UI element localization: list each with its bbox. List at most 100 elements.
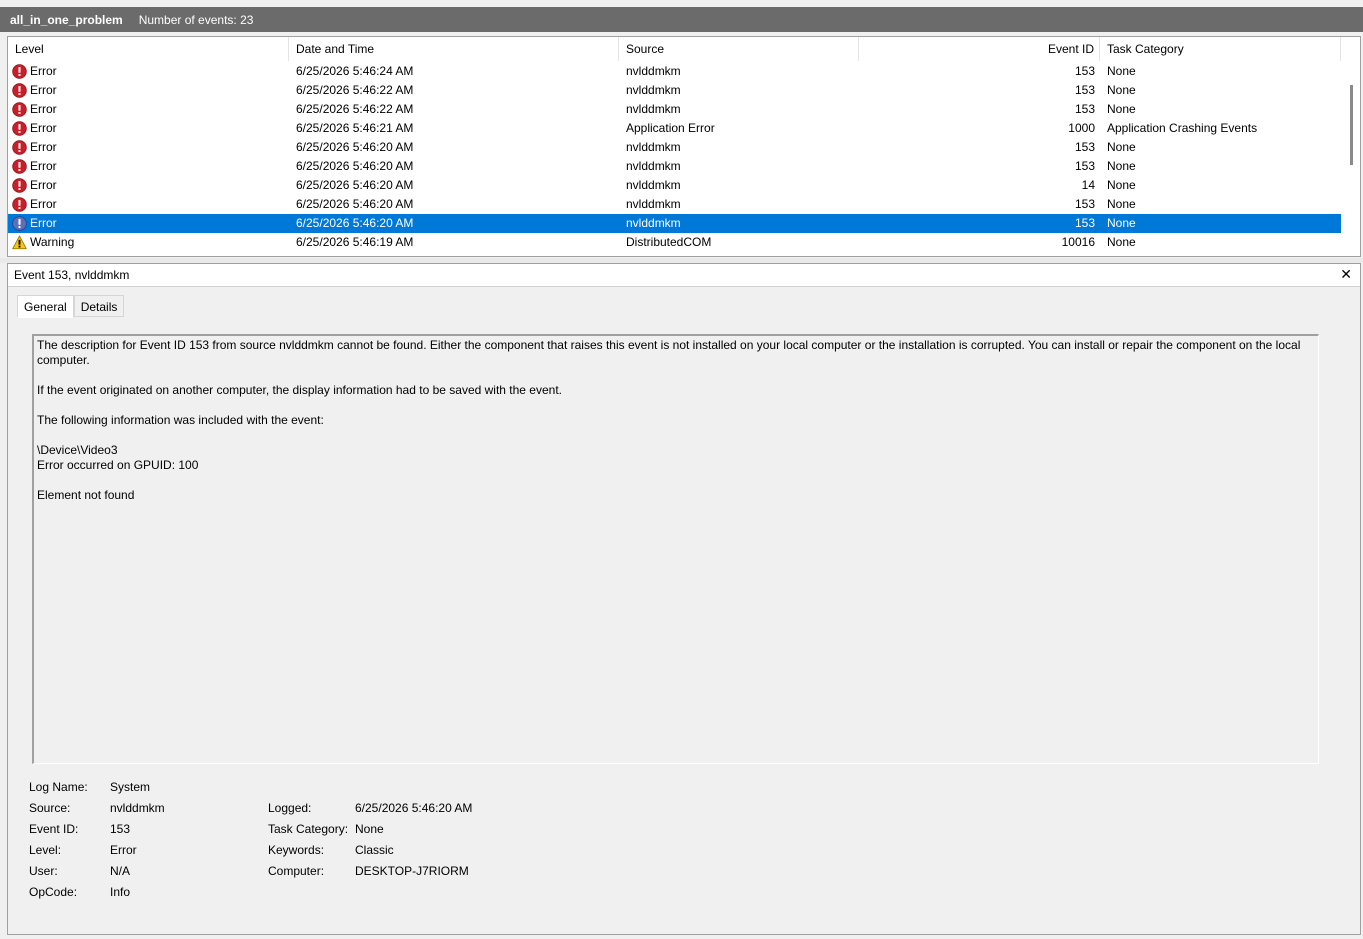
prop-value-keywords: Classic [355,843,394,857]
cell-level: Error [8,100,289,119]
detail-title: Event 153, nvlddmkm [14,268,130,282]
cell-task-category: None [1107,140,1136,154]
error-icon [12,159,27,174]
prop-value-log-name: System [110,780,151,794]
cell-level: Error [8,119,289,138]
cell-source: nvlddmkm [626,83,681,97]
table-row[interactable]: Error 6/25/2026 5:46:20 AM nvlddmkm 153 None [8,214,1341,233]
event-count: Number of events: 23 [138,12,254,27]
cell-date: 6/25/2026 5:46:22 AM [296,83,414,97]
close-icon[interactable]: ✕ [1340,266,1352,283]
cell-event-id: 153 [1074,197,1095,211]
prop-label-keywords: Keywords: [268,843,325,857]
table-row[interactable]: Error 6/25/2026 5:46:22 AM nvlddmkm 153 None [8,81,1341,100]
column-header-date[interactable]: Date and Time [289,37,619,61]
level-text: Error [30,140,57,154]
cell-level: Error [8,195,289,214]
cell-event-id: 153 [1074,102,1095,116]
top-strip [0,0,1363,7]
warning-icon [12,235,27,250]
cell-date: 6/25/2026 5:46:20 AM [296,140,414,154]
prop-label-event-id: Event ID: [29,822,79,836]
prop-label-source: Source: [29,801,71,815]
cell-source: nvlddmkm [626,197,681,211]
column-header-source[interactable]: Source [619,37,859,61]
log-name: all_in_one_problem [10,12,123,27]
description-paragraph: If the event originated on another compu… [37,383,562,397]
prop-value-logged: 6/25/2026 5:46:20 AM [355,801,473,815]
level-text: Error [30,159,57,173]
cell-task-category: None [1107,235,1136,249]
event-list[interactable]: Level Date and Time Source Event ID Task… [7,36,1361,257]
table-row[interactable]: Error 6/25/2026 5:46:20 AM nvlddmkm 153 None [8,195,1341,214]
level-text: Error [30,64,57,78]
description-device: \Device\Video3 [37,443,118,457]
cell-task-category: None [1107,216,1136,230]
cell-task-category: None [1107,178,1136,192]
prop-label-log-name: Log Name: [29,780,88,794]
cell-task-category: None [1107,83,1136,97]
table-row[interactable]: Error 6/25/2026 5:46:20 AM nvlddmkm 153 None [8,138,1341,157]
column-header-event-id[interactable]: Event ID [859,37,1100,61]
level-text: Error [30,83,57,97]
prop-value-level: Error [110,843,137,857]
table-row[interactable]: Error 6/25/2026 5:46:20 AM nvlddmkm 153 None [8,157,1341,176]
table-row[interactable]: Error 6/25/2026 5:46:24 AM nvlddmkm 153 None [8,62,1341,81]
error-icon [12,178,27,193]
table-row[interactable]: Error 6/25/2026 5:46:21 AM Application Err… [8,119,1341,138]
cell-source: nvlddmkm [626,140,681,154]
scrollbar-thumb[interactable] [1350,85,1353,165]
description-paragraph: The following information was included w… [37,413,324,427]
cell-source: nvlddmkm [626,178,681,192]
list-scrollbar[interactable] [1343,37,1360,256]
error-icon [12,64,27,79]
cell-task-category: None [1107,64,1136,78]
description-gpuid: Error occurred on GPUID: 100 [37,458,199,472]
cell-task-category: None [1107,159,1136,173]
level-text: Error [30,121,57,135]
cell-date: 6/25/2026 5:46:21 AM [296,121,414,135]
prop-value-user: N/A [110,864,131,878]
cell-level: Error [8,138,289,157]
cell-date: 6/25/2026 5:46:24 AM [296,64,414,78]
table-row[interactable]: Error 6/25/2026 5:46:22 AM nvlddmkm 153 None [8,100,1341,119]
cell-level: Error [8,81,289,100]
cell-event-id: 153 [1074,64,1095,78]
prop-label-logged: Logged: [268,801,312,815]
cell-level: Error [8,157,289,176]
cell-level: Error [8,176,289,195]
detail-header: Event 153, nvlddmkm ✕ [8,264,1360,287]
error-icon [12,83,27,98]
cell-event-id: 153 [1074,140,1095,154]
prop-label-opcode: OpCode: [29,885,78,899]
event-description[interactable]: The description for Event ID 153 from so… [32,334,1319,764]
cell-source: nvlddmkm [626,216,681,230]
event-rows: Error 6/25/2026 5:46:24 AM nvlddmkm 153 None… [8,62,1341,252]
cell-source: Application Error [626,121,715,135]
cell-date: 6/25/2026 5:46:22 AM [296,102,414,116]
prop-label-computer: Computer: [268,864,325,878]
cell-level: Error [8,62,289,81]
error-icon [12,102,27,117]
table-row[interactable]: Error 6/25/2026 5:46:20 AM nvlddmkm 14 None [8,176,1341,195]
prop-label-user: User: [29,864,58,878]
prop-value-opcode: Info [110,885,131,899]
prop-label-level: Level: [29,843,62,857]
description-paragraph: The description for Event ID 153 from so… [37,338,1301,367]
prop-value-source[interactable]: nvlddmkm [110,801,165,815]
tab-details[interactable]: Details [73,295,125,317]
cell-event-id: 153 [1074,216,1095,230]
prop-label-task-category: Task Category: [268,822,349,836]
table-row[interactable]: Warning 6/25/2026 5:46:19 AM DistributedCO… [8,233,1341,252]
log-title-bar: all_in_one_problem Number of events: 23 [0,7,1363,32]
level-text: Error [30,178,57,192]
cell-source: nvlddmkm [626,64,681,78]
prop-value-event-id: 153 [110,822,131,836]
description-paragraph: Element not found [37,488,135,502]
prop-value-computer: DESKTOP-J7RIORM [355,864,469,878]
error-icon [12,140,27,155]
column-header-level[interactable]: Level [8,37,289,61]
cell-date: 6/25/2026 5:46:19 AM [296,235,414,249]
column-header-task-category[interactable]: Task Category [1100,37,1341,61]
tab-general[interactable]: General [17,295,74,318]
